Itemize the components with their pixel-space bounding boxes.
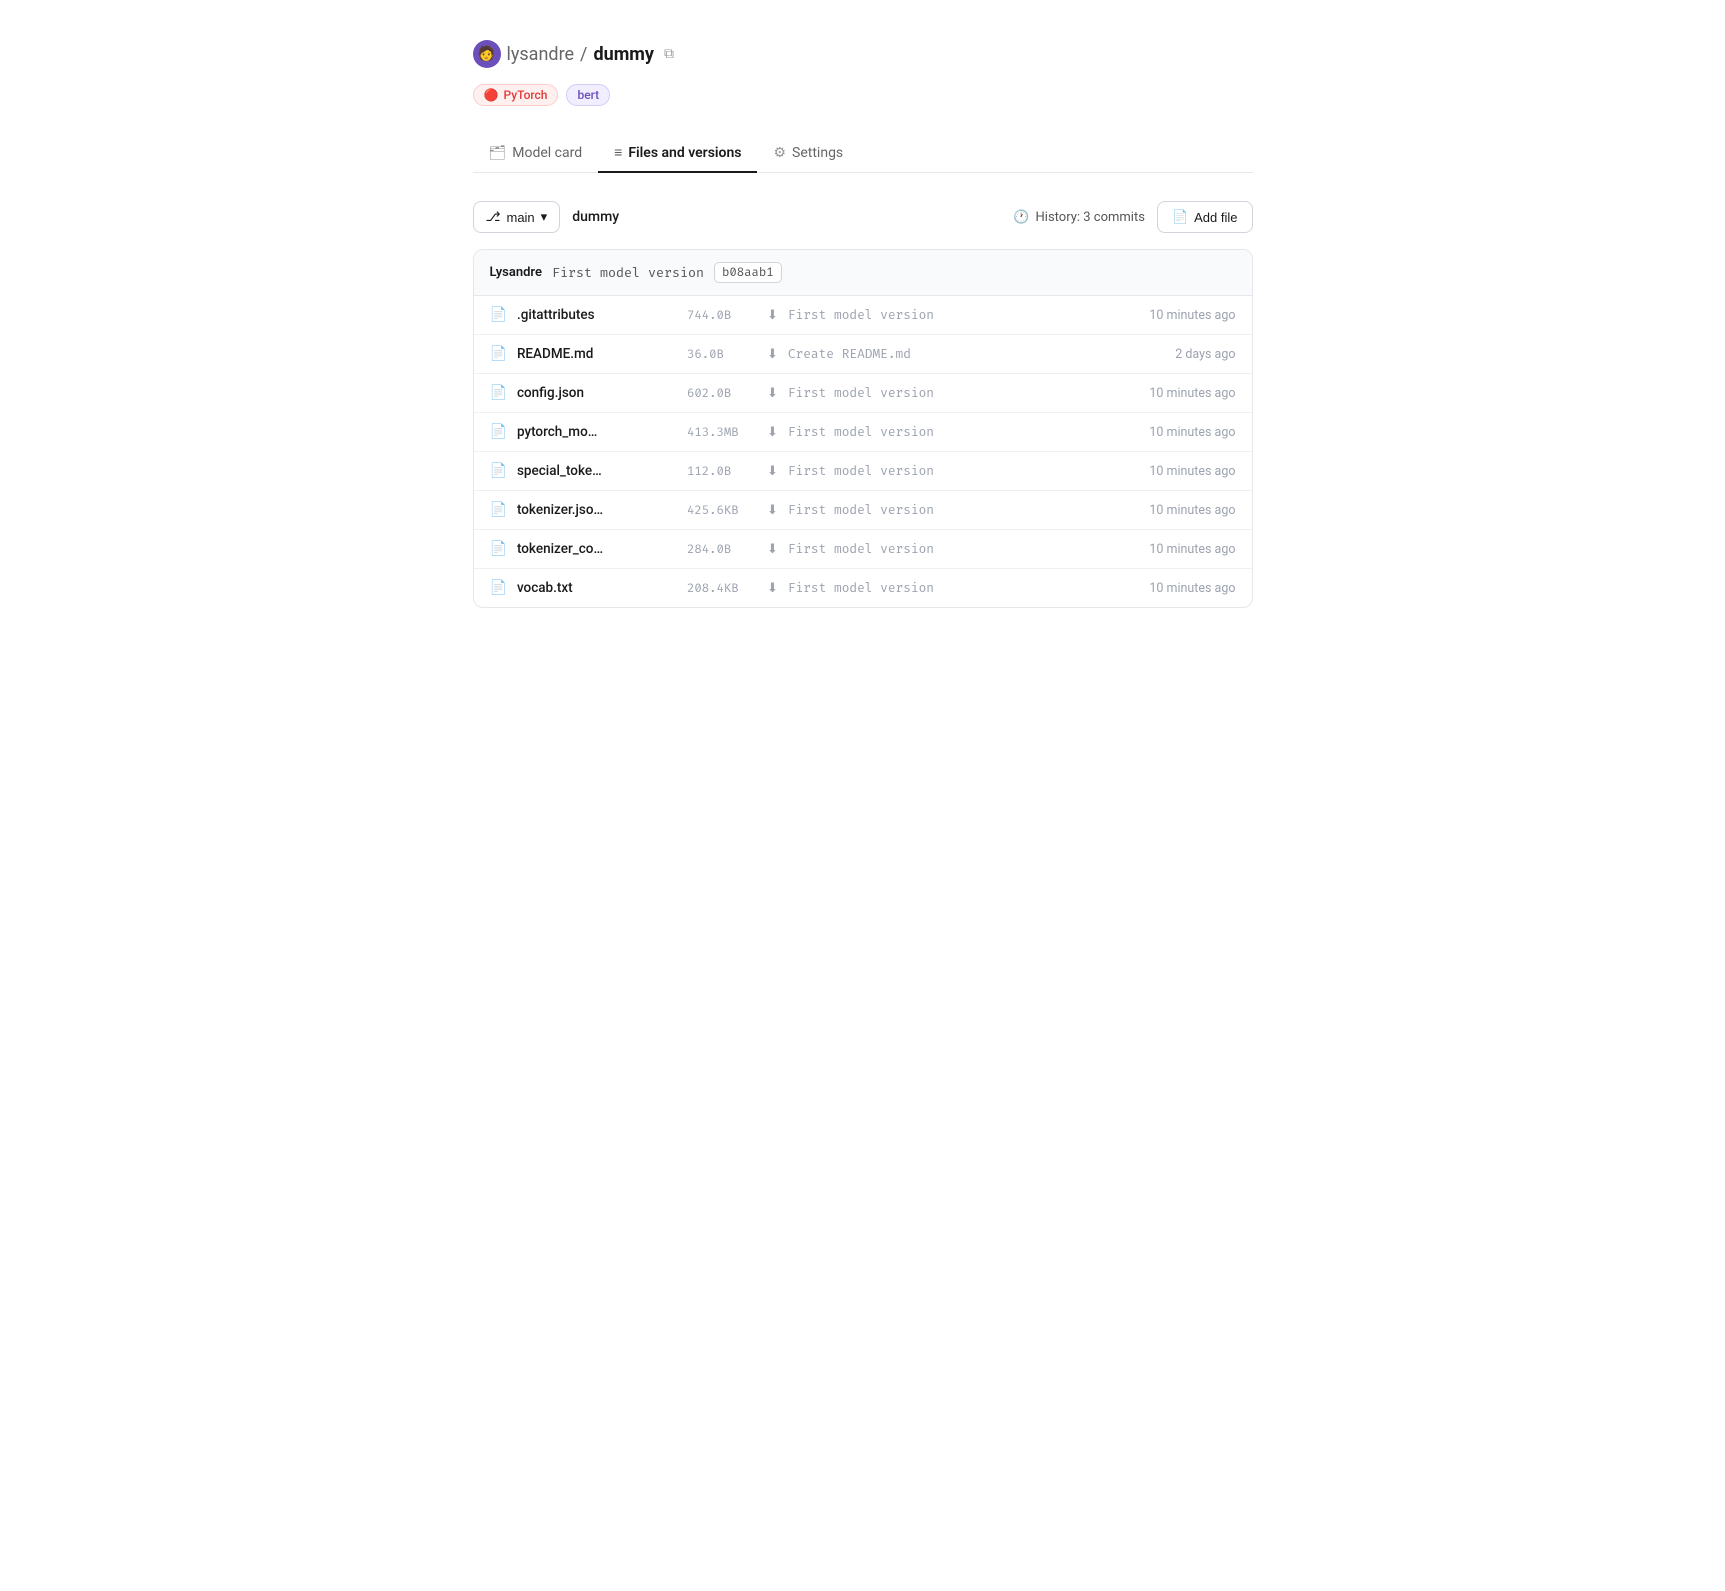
commit-author: Lysandre [490,265,542,280]
tags-container: 🔴 PyTorch bert [473,84,1253,106]
commit-message: First model version [552,265,704,281]
table-row: 📄 README.md 36.0B ⬇ Create README.md 2 d… [474,335,1252,374]
file-commit-message: First model version [788,541,1096,557]
file-name[interactable]: .gitattributes [517,307,677,323]
file-commit-message: First model version [788,307,1096,323]
file-size: 284.0B [687,542,757,557]
download-icon[interactable]: ⬇ [767,503,778,518]
branch-chevron-icon: ▾ [541,209,548,225]
tag-pytorch[interactable]: 🔴 PyTorch [473,84,559,106]
file-commit-message: First model version [788,580,1096,596]
repo-controls: ⎇ main ▾ dummy 🕐 History: 3 commits 📄 Ad… [473,201,1253,233]
file-icon: 📄 [490,424,507,440]
download-icon[interactable]: ⬇ [767,542,778,557]
tab-settings[interactable]: ⚙ Settings [757,134,859,173]
file-size: 413.3MB [687,425,757,440]
tab-settings-label: Settings [792,145,843,161]
bert-label: bert [577,88,599,102]
repo-owner[interactable]: lysandre [507,44,575,65]
table-row: 📄 special_toke… 112.0B ⬇ First model ver… [474,452,1252,491]
repo-header: 🧑 lysandre / dummy ⧉ [473,40,1253,68]
table-row: 📄 tokenizer_co… 284.0B ⬇ First model ver… [474,530,1252,569]
avatar: 🧑 [473,40,501,68]
file-time: 10 minutes ago [1106,581,1236,596]
file-name[interactable]: config.json [517,385,677,401]
file-icon: 📄 [490,385,507,401]
nav-tabs: 🗂 Model card ≡ Files and versions ⚙ Sett… [473,134,1253,173]
file-icon: 📄 [490,502,507,518]
copy-icon[interactable]: ⧉ [664,46,674,62]
table-row: 📄 config.json 602.0B ⬇ First model versi… [474,374,1252,413]
git-branch-icon: ⎇ [486,209,501,225]
file-icon: 📄 [490,307,507,323]
files-versions-icon: ≡ [614,144,622,161]
file-size: 208.4KB [687,581,757,596]
table-row: 📄 .gitattributes 744.0B ⬇ First model ve… [474,296,1252,335]
download-icon[interactable]: ⬇ [767,308,778,323]
download-icon[interactable]: ⬇ [767,425,778,440]
file-size: 36.0B [687,347,757,362]
file-time: 10 minutes ago [1106,308,1236,323]
tab-files-versions-label: Files and versions [628,145,741,161]
file-icon: 📄 [490,580,507,596]
tag-bert[interactable]: bert [566,84,610,106]
files-table: Lysandre First model version b08aab1 📄 .… [473,249,1253,608]
history-button[interactable]: 🕐 History: 3 commits [1013,203,1145,232]
add-file-label: Add file [1194,210,1237,225]
table-row: 📄 vocab.txt 208.4KB ⬇ First model versio… [474,569,1252,607]
file-size: 425.6KB [687,503,757,518]
repo-path: dummy [572,209,619,225]
file-time: 10 minutes ago [1106,425,1236,440]
file-commit-message: First model version [788,463,1096,479]
file-commit-message: First model version [788,385,1096,401]
file-rows-container: 📄 .gitattributes 744.0B ⬇ First model ve… [474,296,1252,607]
file-name[interactable]: tokenizer_co… [517,541,677,557]
file-time: 10 minutes ago [1106,542,1236,557]
file-icon: 📄 [490,346,507,362]
repo-separator: / [580,44,587,65]
add-file-button[interactable]: 📄 Add file [1157,201,1253,233]
branch-label: main [506,210,534,225]
download-icon[interactable]: ⬇ [767,464,778,479]
download-icon[interactable]: ⬇ [767,386,778,401]
file-size: 744.0B [687,308,757,323]
branch-section: ⎇ main ▾ dummy [473,201,620,233]
file-name[interactable]: pytorch_mo… [517,424,677,440]
commit-hash[interactable]: b08aab1 [714,262,782,283]
history-label: History: 3 commits [1036,210,1145,225]
table-row: 📄 pytorch_mo… 413.3MB ⬇ First model vers… [474,413,1252,452]
download-icon[interactable]: ⬇ [767,581,778,596]
file-time: 2 days ago [1106,347,1236,362]
tab-files-versions[interactable]: ≡ Files and versions [598,134,757,173]
file-plus-icon: 📄 [1172,209,1188,225]
table-row: 📄 tokenizer.jso… 425.6KB ⬇ First model v… [474,491,1252,530]
file-commit-message: First model version [788,424,1096,440]
commit-header: Lysandre First model version b08aab1 [474,250,1252,296]
file-icon: 📄 [490,541,507,557]
file-size: 602.0B [687,386,757,401]
file-time: 10 minutes ago [1106,464,1236,479]
repo-name[interactable]: dummy [593,44,653,65]
actions-section: 🕐 History: 3 commits 📄 Add file [1013,201,1252,233]
file-time: 10 minutes ago [1106,503,1236,518]
file-size: 112.0B [687,464,757,479]
file-name[interactable]: special_toke… [517,463,677,479]
file-commit-message: First model version [788,502,1096,518]
file-name[interactable]: vocab.txt [517,580,677,596]
settings-icon: ⚙ [773,145,786,161]
tab-model-card-label: Model card [512,145,582,161]
file-commit-message: Create README.md [788,346,1096,362]
model-card-icon: 🗂 [489,145,507,161]
download-icon[interactable]: ⬇ [767,347,778,362]
pytorch-icon: 🔴 [484,88,499,102]
file-icon: 📄 [490,463,507,479]
file-time: 10 minutes ago [1106,386,1236,401]
clock-icon: 🕐 [1013,210,1029,225]
file-name[interactable]: README.md [517,346,677,362]
pytorch-label: PyTorch [503,88,547,102]
file-name[interactable]: tokenizer.jso… [517,502,677,518]
tab-model-card[interactable]: 🗂 Model card [473,134,599,173]
branch-button[interactable]: ⎇ main ▾ [473,201,561,233]
